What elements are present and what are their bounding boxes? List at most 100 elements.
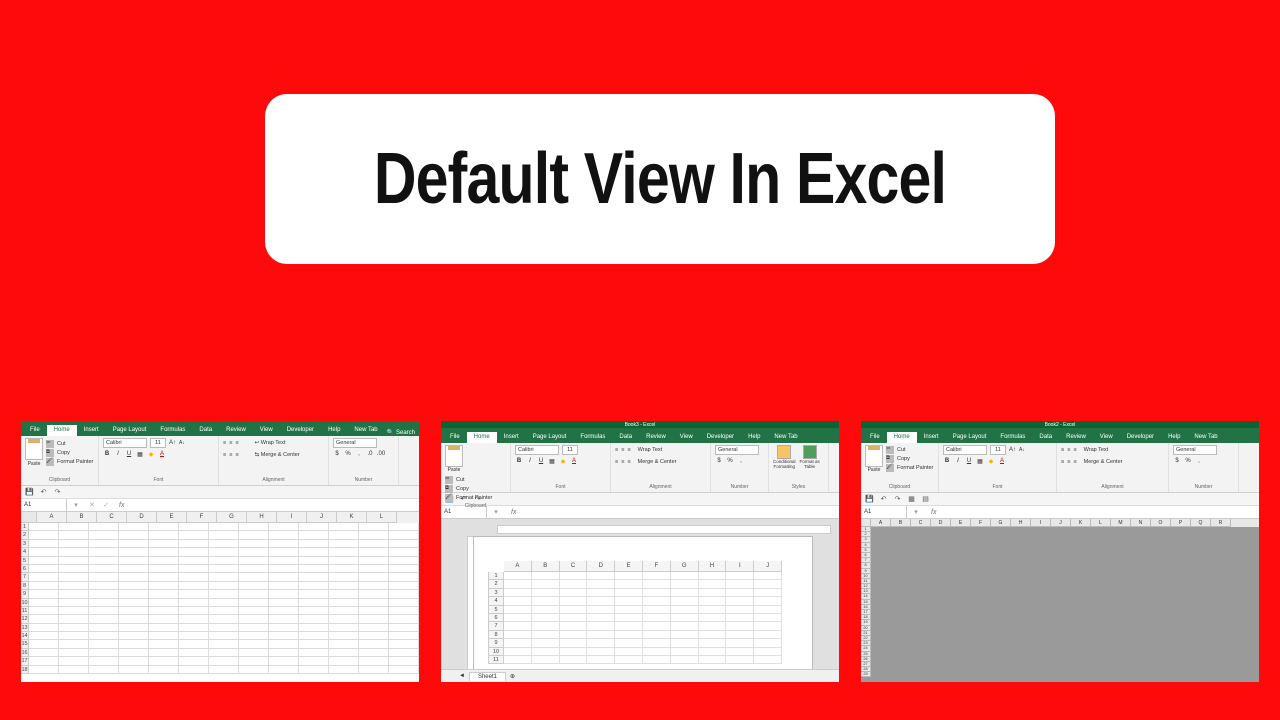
row-header[interactable]: 7 (21, 573, 29, 581)
col-header[interactable]: P (1171, 519, 1191, 527)
row-header[interactable]: 8 (488, 631, 504, 639)
col-header[interactable]: A (504, 561, 532, 572)
merge-center-button[interactable]: Merge & Center (634, 457, 681, 467)
dec-decimal-button[interactable]: .00 (377, 450, 385, 458)
merge-center-button[interactable]: ⇆ Merge & Center (251, 450, 304, 460)
save-icon[interactable]: 💾 (25, 488, 34, 497)
col-header[interactable]: F (643, 561, 671, 572)
row-header[interactable]: 29 (861, 672, 871, 677)
row-header[interactable]: 9 (488, 639, 504, 647)
row-header[interactable]: 16 (21, 649, 29, 657)
align-top-icon[interactable]: ≡ (223, 440, 226, 446)
align-left-icon[interactable]: ≡ (223, 452, 226, 458)
tab-file[interactable]: File (23, 425, 47, 436)
col-header[interactable]: H (699, 561, 727, 572)
col-header[interactable]: M (1111, 519, 1131, 527)
save-icon[interactable]: 💾 (865, 495, 874, 504)
col-header[interactable]: D (127, 512, 157, 523)
col-header[interactable]: I (726, 561, 754, 572)
col-header[interactable]: L (1091, 519, 1111, 527)
merge-center-button[interactable]: Merge & Center (1080, 457, 1127, 467)
cut-button[interactable]: ✂Cut (445, 476, 492, 484)
row-header[interactable]: 1 (21, 523, 29, 531)
col-header[interactable]: I (1031, 519, 1051, 527)
col-header[interactable]: D (587, 561, 615, 572)
shrink-font-icon[interactable]: A↓ (179, 440, 185, 446)
percent-button[interactable]: % (344, 450, 352, 458)
tab-home[interactable]: Home (887, 432, 917, 443)
tab-insert[interactable]: Insert (497, 432, 526, 443)
tab-insert[interactable]: Insert (77, 425, 106, 436)
inc-decimal-button[interactable]: .0 (366, 450, 374, 458)
align-mid-icon[interactable]: ≡ (229, 440, 232, 446)
fx-icon[interactable]: fx (505, 509, 522, 516)
paste-button[interactable]: Paste (865, 445, 883, 473)
row-header[interactable]: 15 (21, 640, 29, 648)
col-header[interactable]: C (560, 561, 588, 572)
col-header[interactable]: O (1151, 519, 1171, 527)
redo-icon[interactable]: ↷ (893, 495, 902, 504)
cut-button[interactable]: ✂Cut (886, 446, 933, 454)
copy-button[interactable]: ⧉Copy (46, 449, 93, 457)
wrap-text-button[interactable]: Wrap Text (634, 445, 667, 455)
tab-review[interactable]: Review (639, 432, 673, 443)
tab-data[interactable]: Data (1032, 432, 1059, 443)
col-header[interactable]: A (871, 519, 891, 527)
tab-page-layout[interactable]: Page Layout (946, 432, 994, 443)
nav-prev-icon[interactable]: ◄ (459, 673, 465, 679)
tab-formulas[interactable]: Formulas (573, 432, 612, 443)
tab-view[interactable]: View (673, 432, 700, 443)
font-name-select[interactable]: Calibri (103, 438, 147, 448)
page[interactable]: ABCDEFGHIJ 1234567891011 (473, 536, 813, 682)
tab-developer[interactable]: Developer (1120, 432, 1161, 443)
tab-home[interactable]: Home (467, 432, 497, 443)
col-header[interactable]: F (187, 512, 217, 523)
tab-formulas[interactable]: Formulas (153, 425, 192, 436)
row-header[interactable]: 9 (21, 590, 29, 598)
tab-formulas[interactable]: Formulas (993, 432, 1032, 443)
row-header[interactable]: 2 (21, 531, 29, 539)
row-header[interactable]: 6 (488, 614, 504, 622)
page-layout-area[interactable]: ABCDEFGHIJ 1234567891011 ◄ Sheet1 ⊕ (441, 519, 839, 682)
tab-help[interactable]: Help (321, 425, 347, 436)
tab-new[interactable]: New Tab (767, 432, 804, 443)
fill-color-button[interactable]: ◆ (147, 450, 155, 458)
row-header[interactable]: 10 (21, 599, 29, 607)
align-right-icon[interactable]: ≡ (235, 452, 238, 458)
row-header[interactable]: 4 (21, 548, 29, 556)
align-bot-icon[interactable]: ≡ (235, 440, 238, 446)
tab-data[interactable]: Data (192, 425, 219, 436)
row-header[interactable]: 1 (488, 572, 504, 580)
tab-new[interactable]: New Tab (1187, 432, 1224, 443)
format-painter-button[interactable]: 🖌Format Painter (445, 494, 492, 502)
underline-button[interactable]: U (125, 450, 133, 458)
row-header[interactable]: 7 (488, 622, 504, 630)
select-all-corner[interactable] (21, 512, 37, 523)
col-header[interactable]: F (971, 519, 991, 527)
tab-help[interactable]: Help (741, 432, 767, 443)
font-name-select[interactable]: Calibri (943, 445, 987, 455)
row-header[interactable]: 14 (21, 632, 29, 640)
name-box[interactable]: A1 (21, 499, 67, 512)
col-header[interactable]: N (1131, 519, 1151, 527)
row-header[interactable]: 5 (21, 557, 29, 565)
tab-home[interactable]: Home (47, 425, 77, 436)
col-header[interactable]: E (951, 519, 971, 527)
col-header[interactable]: K (337, 512, 367, 523)
tab-help[interactable]: Help (1161, 432, 1187, 443)
border-button[interactable]: ▦ (136, 450, 144, 458)
row-header[interactable]: 12 (21, 615, 29, 623)
bold-button[interactable]: B (103, 450, 111, 458)
font-color-button[interactable]: A (158, 450, 166, 458)
font-name-select[interactable]: Calibri (515, 445, 559, 455)
wrap-text-button[interactable]: ↩ Wrap Text (251, 438, 290, 448)
col-header[interactable]: J (754, 561, 782, 572)
grow-font-icon[interactable]: A↑ (169, 440, 176, 446)
tab-new[interactable]: New Tab (347, 425, 384, 436)
tab-insert[interactable]: Insert (917, 432, 946, 443)
row-header[interactable]: 4 (488, 597, 504, 605)
row-header[interactable]: 11 (488, 656, 504, 664)
row-header[interactable]: 13 (21, 624, 29, 632)
wrap-text-button[interactable]: Wrap Text (1080, 445, 1113, 455)
undo-icon[interactable]: ↶ (879, 495, 888, 504)
